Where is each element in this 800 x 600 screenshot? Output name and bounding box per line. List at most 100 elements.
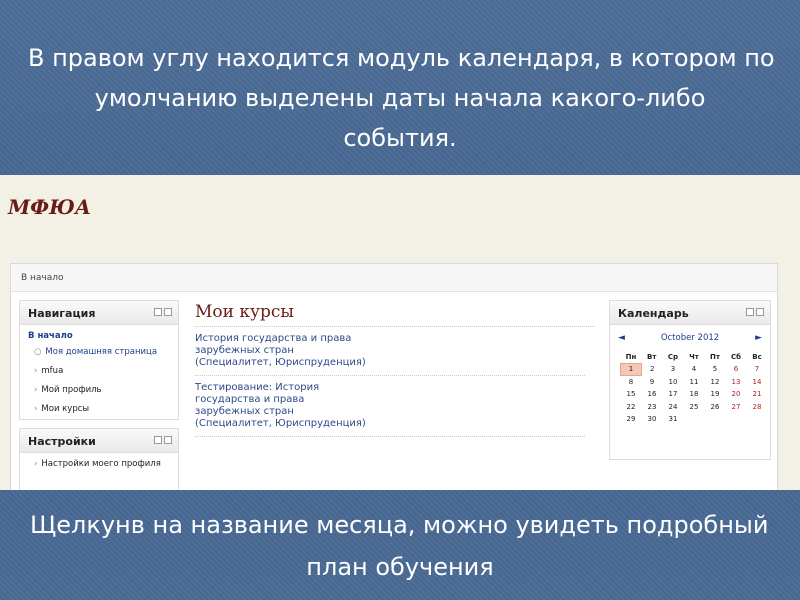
nav-item-mfua[interactable]: › mfua	[34, 366, 170, 376]
calendar-day[interactable]: 28	[747, 401, 768, 414]
settings-item-profile[interactable]: › Настройки моего профиля	[34, 459, 170, 469]
weekday-header: Чт	[689, 353, 699, 361]
course-link[interactable]: История государства и права зарубежных с…	[195, 333, 585, 376]
calendar-day[interactable]: 16	[642, 388, 663, 401]
course-name-line: Тестирование: История	[195, 382, 320, 393]
course-name-line: государства и права	[195, 394, 305, 405]
navigation-block-title: Навигация	[28, 307, 96, 320]
calendar-day[interactable]: 30	[642, 413, 663, 426]
calendar-day[interactable]: 23	[642, 401, 663, 414]
caption-top-line3: события.	[343, 124, 457, 152]
page-title: Мои курсы	[195, 302, 595, 327]
collapse-icon[interactable]	[154, 308, 162, 316]
caption-top-line1: В правом углу находится модуль календаря…	[28, 44, 775, 72]
main-content: Мои курсы История государства и права за…	[195, 302, 595, 443]
weekday-header: Вт	[647, 353, 657, 361]
chevron-right-icon: ›	[34, 459, 38, 469]
calendar-day[interactable]: 3	[663, 363, 684, 376]
nav-item-label: Моя домашняя страница	[45, 347, 158, 357]
calendar-day[interactable]: 29	[621, 413, 642, 426]
weekday-header: Пн	[625, 352, 637, 361]
calendar-day[interactable]: 4	[684, 363, 705, 376]
course-link[interactable]: Тестирование: История государства и прав…	[195, 382, 585, 437]
nav-root-link[interactable]: В начало	[28, 331, 170, 341]
course-name-line: зарубежных стран	[195, 345, 294, 356]
calendar-day[interactable]: 27	[726, 401, 747, 414]
month-link[interactable]: October 2012	[661, 333, 719, 343]
settings-item-label: Настройки моего профиля	[41, 459, 161, 469]
calendar-day[interactable]: 24	[663, 401, 684, 414]
chevron-right-icon: ›	[34, 366, 38, 376]
dock-icon[interactable]	[756, 308, 764, 316]
calendar-day[interactable]: 10	[663, 376, 684, 389]
dock-icon[interactable]	[164, 308, 172, 316]
nav-item-label: Мой профиль	[41, 385, 102, 395]
calendar-week: 22 23 24 25 26 27 28	[621, 401, 768, 414]
weekday-header: Вс	[752, 353, 762, 361]
calendar-block-title: Календарь	[618, 307, 689, 320]
calendar-day[interactable]: 22	[621, 401, 642, 414]
calendar-day[interactable]: 17	[663, 388, 684, 401]
calendar-day[interactable]: 8	[621, 376, 642, 389]
calendar-day[interactable]: 5	[705, 363, 726, 376]
next-month-icon[interactable]: ►	[755, 333, 762, 343]
collapse-icon[interactable]	[154, 436, 162, 444]
course-name-line: История государства и права	[195, 333, 352, 344]
breadcrumb-home-link[interactable]: В начало	[21, 273, 64, 283]
block-controls	[152, 436, 172, 445]
calendar-day[interactable]: 18	[684, 388, 705, 401]
calendar-block: Календарь ◄ October 2012 ► Пн Вт Ср Чт Пт Сб В…	[609, 300, 771, 460]
calendar-day[interactable]: 15	[621, 388, 642, 401]
navigation-block: Навигация В начало ○ Моя домашняя страниц…	[19, 300, 179, 420]
breadcrumb: В начало	[11, 264, 777, 292]
weekday-header: Ср	[667, 353, 679, 361]
calendar-day[interactable]: 21	[747, 388, 768, 401]
chevron-right-icon: ›	[34, 385, 38, 395]
weekday-header: Сб	[730, 353, 742, 361]
calendar-day[interactable]: 25	[684, 401, 705, 414]
collapse-icon[interactable]	[746, 308, 754, 316]
caption-top: В правом углу находится модуль календаря…	[20, 38, 780, 158]
calendar-day[interactable]: 26	[705, 401, 726, 414]
calendar-day[interactable]: 31	[663, 413, 684, 426]
calendar-day[interactable]: 20	[726, 388, 747, 401]
moodle-page: В начало Навигация В начало ○ Моя домашня…	[10, 263, 778, 490]
dock-icon[interactable]	[164, 436, 172, 444]
navigation-list: В начало ○ Моя домашняя страница › mfua › М…	[20, 325, 178, 429]
calendar-day[interactable]: 6	[726, 363, 747, 376]
nav-item-profile[interactable]: › Мой профиль	[34, 385, 170, 395]
screenshot-panel: МФЮА В начало Навигация В начало ○ Моя до…	[0, 175, 800, 490]
navigation-block-header: Навигация	[20, 301, 178, 325]
calendar-day[interactable]: 14	[747, 376, 768, 389]
settings-list: › Настройки моего профиля	[20, 453, 178, 484]
calendar-day[interactable]: 13	[726, 376, 747, 389]
calendar-day[interactable]: 11	[684, 376, 705, 389]
course-name-line: зарубежных стран	[195, 406, 294, 417]
calendar-day[interactable]: 19	[705, 388, 726, 401]
calendar-grid: Пн Вт Ср Чт Пт Сб Вс 1 2 3 4 5 6 7 8 9 10 11 12 13 14 15 16 17…	[620, 351, 768, 426]
calendar-nav: ◄ October 2012 ►	[610, 325, 770, 347]
calendar-day[interactable]: 7	[747, 363, 768, 376]
course-name-line: (Специалитет, Юриспруденция)	[195, 418, 366, 429]
caption-bottom-line2: план обучения	[306, 553, 494, 581]
calendar-block-header: Календарь	[610, 301, 770, 325]
nav-item-label: mfua	[41, 366, 64, 376]
calendar-week: 1234567	[620, 362, 768, 376]
calendar-empty-cell	[705, 413, 726, 426]
nav-item-home[interactable]: ○ Моя домашняя страница	[34, 347, 170, 357]
calendar-empty-cell	[747, 413, 768, 426]
settings-block: Настройки › Настройки моего профиля	[19, 428, 179, 490]
site-title[interactable]: МФЮА	[8, 195, 91, 219]
calendar-day[interactable]: 2	[642, 363, 663, 376]
nav-item-my-courses[interactable]: › Мои курсы	[34, 404, 170, 414]
calendar-day[interactable]: 9	[642, 376, 663, 389]
prev-month-icon[interactable]: ◄	[618, 333, 625, 343]
nav-item-label: Мои курсы	[41, 404, 90, 414]
caption-bottom: Щелкунв на название месяца, можно увидет…	[20, 504, 780, 588]
caption-top-line2: умолчанию выделены даты начала какого-ли…	[94, 84, 706, 112]
calendar-week: 8 9 10 11 12 13 14	[621, 376, 768, 389]
calendar-day[interactable]: 12	[705, 376, 726, 389]
calendar-day[interactable]: 1	[620, 362, 642, 376]
chevron-right-icon: ›	[34, 404, 38, 414]
block-controls	[744, 308, 764, 317]
